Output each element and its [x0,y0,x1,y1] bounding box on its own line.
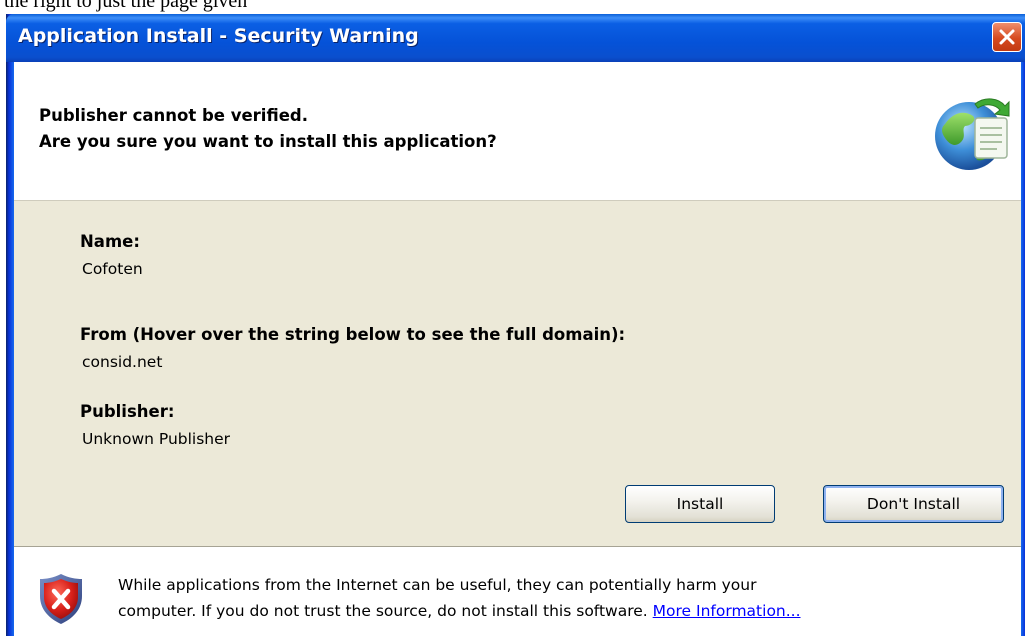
shield-warning-icon [40,574,82,624]
header-panel: Publisher cannot be verified. Are you su… [14,62,1021,201]
publisher-value: Unknown Publisher [82,430,231,448]
page-caption: the right to just the page given [0,0,1025,14]
globe-install-icon [935,98,1010,170]
from-label: From (Hover over the string below to see… [80,325,626,344]
window-title: Application Install - Security Warning [18,25,419,47]
footer-warning-line-2: computer. If you do not trust the source… [118,602,801,620]
more-information-link[interactable]: More Information... [653,602,801,620]
footer-panel: While applications from the Internet can… [14,546,1021,636]
footer-warning-line-2-text: computer. If you do not trust the source… [118,602,648,620]
window-frame-left [0,14,14,636]
close-icon [999,29,1015,45]
page-caption-text: the right to just the page given [4,0,248,12]
publisher-label: Publisher: [80,402,175,421]
install-button[interactable]: Install [625,485,775,523]
from-value[interactable]: consid.net [82,353,162,371]
close-button[interactable] [992,22,1022,52]
name-label: Name: [80,232,140,251]
security-warning-dialog: Application Install - Security Warning P… [0,14,1025,636]
footer-warning-line-1: While applications from the Internet can… [118,576,757,594]
title-bar[interactable]: Application Install - Security Warning [6,14,1025,62]
name-value: Cofoten [82,260,143,278]
window-frame-right [1021,14,1025,636]
warning-headline: Publisher cannot be verified. [39,106,308,125]
install-question: Are you sure you want to install this ap… [39,132,497,151]
dont-install-button[interactable]: Don't Install [823,485,1004,523]
